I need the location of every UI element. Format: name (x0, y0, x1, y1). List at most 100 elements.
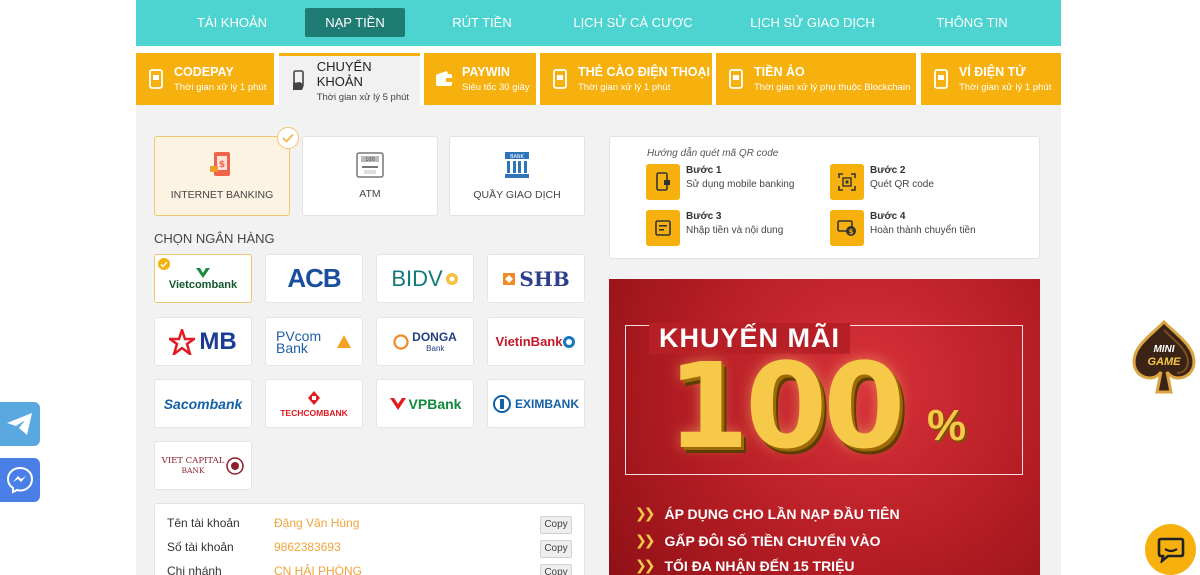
bidv-star-icon (445, 272, 458, 285)
bank-subname: BANK (181, 466, 205, 475)
account-value: CN HẢI PHÒNG (274, 564, 363, 575)
bank-shb[interactable]: SHB (487, 254, 585, 303)
live-chat-button[interactable] (1145, 524, 1196, 575)
copy-account-number-button[interactable]: Copy (540, 540, 572, 558)
chevron-double-right-icon: ❯❯ (635, 505, 656, 521)
bank-name: Sacombank (163, 395, 243, 412)
svg-text:$: $ (849, 228, 854, 236)
type-quay-giao-dich[interactable]: BANK QUẦY GIAO DỊCH (449, 136, 585, 216)
bank-techcombank[interactable]: TECHCOMBANK (265, 379, 363, 428)
account-label: Chi nhánh (167, 564, 222, 575)
account-label: Tên tài khoản (167, 516, 240, 530)
bank-mb[interactable]: MB (154, 317, 252, 366)
promo-bullet: ❯❯ TỐI ĐA NHẬN ĐẾN 15 TRIỆU (635, 557, 855, 574)
bank-pvcombank[interactable]: PVcom Bank (265, 317, 363, 366)
minigame-label-line2: GAME (1147, 356, 1181, 368)
mobile-banking-icon (646, 164, 680, 200)
bank-acb[interactable]: ACB (265, 254, 363, 303)
tab-subtitle: Thời gian xử lý 1 phút (959, 82, 1052, 93)
deposit-panel: $ INTERNET BANKING 100 ATM BANK QUẦY GIA… (136, 105, 1061, 575)
nav-rut-tien[interactable]: RÚT TIỀN (432, 8, 532, 37)
type-atm[interactable]: 100 ATM (302, 136, 438, 216)
selected-check-icon (158, 258, 170, 270)
telegram-icon (7, 413, 32, 435)
step-desc: Nhập tiền và nội dung (686, 225, 784, 236)
tab-title: VÍ ĐIỆN TỬ (959, 65, 1026, 79)
internet-banking-icon: $ (210, 152, 230, 176)
bank-vietinbank[interactable]: VietinBank (487, 317, 585, 366)
promo-banner[interactable]: KHUYẾN MÃI 100 % ❯❯ ÁP DỤNG CHO LẦN NẠP Đ… (609, 279, 1040, 575)
copy-branch-button[interactable]: Copy (540, 564, 572, 575)
svg-text:BANK: BANK (510, 154, 525, 160)
bank-name: MB (199, 327, 237, 355)
bank-donga[interactable]: DONGA Bank (376, 317, 474, 366)
bank-vpbank[interactable]: VPBank (376, 379, 474, 428)
type-label: QUẦY GIAO DỊCH (473, 189, 561, 201)
bank-name: PVcom Bank (276, 327, 322, 356)
messenger-button[interactable] (0, 458, 40, 502)
bank-name: TECHCOMBANK (280, 407, 348, 418)
mobile-pay-icon (146, 67, 166, 91)
tab-tien-ao[interactable]: TIỀN ẢO Thời gian xử lý phụ thuộc Blockch… (716, 53, 916, 105)
bank-name: BIDV (391, 265, 443, 291)
tab-codepay[interactable]: CODEPAY Thời gian xử lý 1 phút (136, 53, 274, 105)
account-label: Số tài khoản (167, 540, 234, 554)
step-desc: Hoàn thành chuyển tiền (870, 225, 976, 236)
step-desc: Sử dụng mobile banking (686, 179, 795, 190)
enter-amount-icon (646, 210, 680, 246)
hand-phone-icon (289, 69, 309, 93)
account-row-number: Số tài khoản 9862383693 (167, 540, 577, 560)
selected-check-icon (277, 127, 299, 149)
nav-tai-khoan[interactable]: TÀI KHOẢN (182, 8, 282, 37)
chevron-double-right-icon: ❯❯ (635, 532, 656, 548)
promo-bullet-text: ÁP DỤNG CHO LẦN NẠP ĐẦU TIÊN (664, 505, 900, 522)
tab-subtitle: Siêu tốc 30 giây (462, 82, 530, 93)
minigame-button[interactable]: MINI GAME (1128, 319, 1200, 396)
vietcapital-mark-icon (226, 456, 245, 475)
bank-section-title: CHỌN NGÂN HÀNG (154, 231, 275, 246)
chat-bubble-icon (1157, 537, 1184, 563)
tab-paywin[interactable]: PAYWIN Siêu tốc 30 giây (424, 53, 536, 105)
nav-nap-tien[interactable]: NẠP TIỀN (305, 8, 405, 37)
promo-bullet-text: TỐI ĐA NHẬN ĐẾN 15 TRIỆU (664, 557, 855, 574)
bank-subname: Bank (426, 344, 445, 353)
step-title: Bước 3 (686, 211, 722, 222)
account-row-branch: Chi nhánh CN HẢI PHÒNG (167, 564, 577, 575)
tab-chuyen-khoan[interactable]: CHUYỂN KHOẢN Thời gian xử lý 5 phút (279, 53, 420, 105)
copy-account-name-button[interactable]: Copy (540, 516, 572, 534)
step-title: Bước 1 (686, 165, 722, 176)
svg-text:$: $ (219, 160, 225, 170)
nav-lich-su-giao-dich[interactable]: LỊCH SỬ GIAO DỊCH (740, 8, 885, 37)
bank-vietcapital[interactable]: VIET CAPITAL BANK (154, 441, 252, 490)
nav-thong-tin[interactable]: THÔNG TIN (927, 8, 1017, 37)
tab-the-cao[interactable]: THẺ CÀO ĐIỆN THOẠI Thời gian xử lý 1 phút (540, 53, 712, 105)
qr-guide-box: Hướng dẫn quét mã QR code Bước 1 Sử dụng… (609, 136, 1040, 259)
atm-icon: 100 (356, 152, 384, 178)
minigame-label-line1: MINI (1153, 344, 1175, 355)
bank-bidv[interactable]: BIDV (376, 254, 474, 303)
bank-vietcombank[interactable]: Vietcombank (154, 254, 252, 303)
messenger-icon (6, 466, 34, 494)
step-title: Bước 4 (870, 211, 906, 222)
type-internet-banking[interactable]: $ INTERNET BANKING (154, 127, 299, 216)
tab-title: CHUYỂN KHOẢN (316, 58, 372, 89)
promo-bullet-text: GẤP ĐÔI SỐ TIỀN CHUYỂN VÀO (664, 532, 881, 549)
techcombank-mark-icon (308, 390, 320, 405)
account-value: 9862383693 (274, 540, 341, 554)
nav-lich-su-ca-cuoc[interactable]: LỊCH SỬ CÁ CƯỢC (563, 8, 703, 37)
telegram-button[interactable] (0, 402, 40, 446)
promo-percent-number: 100 (667, 337, 905, 475)
bank-eximbank[interactable]: EXIMBANK (487, 379, 585, 428)
bank-name: SHB (519, 266, 570, 291)
account-value: Đặng Văn Hùng (274, 516, 360, 530)
mb-star-icon (169, 328, 196, 355)
account-row-name: Tên tài khoản Đặng Văn Hùng (167, 516, 577, 536)
crypto-phone-icon (726, 67, 746, 91)
qr-guide-heading: Hướng dẫn quét mã QR code (647, 148, 779, 159)
e-wallet-icon (931, 67, 951, 91)
guide-step-3: Bước 3 Nhập tiền và nội dung (646, 210, 846, 246)
tab-title: CODEPAY (174, 65, 234, 79)
tab-vi-dien-tu[interactable]: VÍ ĐIỆN TỬ Thời gian xử lý 1 phút (921, 53, 1061, 105)
guide-step-2: Bước 2 Quét QR code (830, 164, 1030, 200)
bank-sacombank[interactable]: Sacombank (154, 379, 252, 428)
